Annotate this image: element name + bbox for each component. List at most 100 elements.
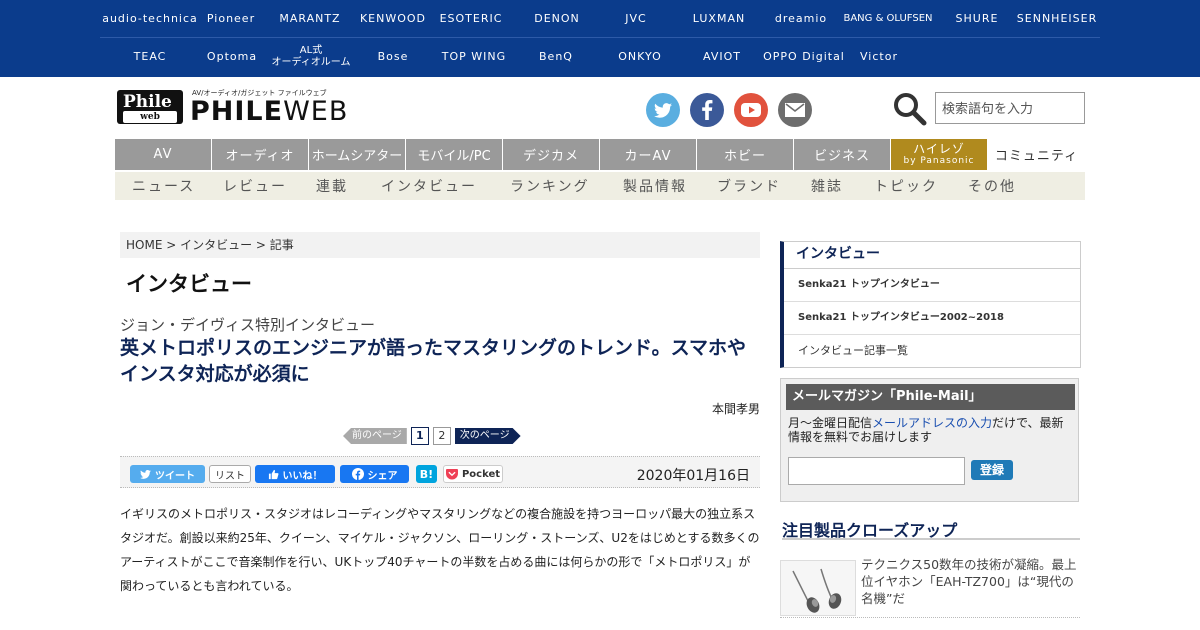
brand-link-onkyo[interactable]: ONKYO [592,51,688,63]
list-button[interactable]: リスト [209,465,251,483]
pocket-icon [445,468,458,479]
subnav-news[interactable]: ニュース [132,176,223,196]
search-input[interactable] [935,92,1085,124]
brand-row-2: TEAC Optoma AL式 オーディオルーム Bose TOP WING B… [100,38,1100,76]
brand-link-topwing[interactable]: TOP WING [428,51,520,63]
site-logo-wordmark[interactable]: PHILEWEB [190,97,348,127]
logo-badge-sub: web [123,111,177,123]
tweet-button[interactable]: ツイート [130,465,205,483]
search-icon[interactable] [893,92,927,126]
brand-link-shure[interactable]: SHURE [940,12,1014,25]
mail-address-input[interactable] [788,457,965,485]
mail-desc-pre: 月～金曜日配信 [788,416,873,430]
brand-link-bose[interactable]: Bose [358,51,428,63]
page-2-link[interactable]: 2 [432,427,451,445]
nav-mobile-pc[interactable]: モバイル/PC [406,139,503,170]
pocket-label: Pocket [461,468,501,480]
facebook-icon[interactable] [690,93,724,127]
mail-icon[interactable] [778,93,812,127]
sidebar-interview-item[interactable]: Senka21 トップインタビュー2002~2018 [784,302,1080,335]
twitter-icon[interactable] [646,93,680,127]
pocket-button[interactable]: Pocket [443,465,503,483]
earphone-image [781,561,855,615]
next-page-button[interactable]: 次のページ [455,428,521,444]
hatena-bookmark-button[interactable]: B! [416,465,437,483]
subnav-interview[interactable]: インタビュー [381,176,510,196]
brand-link-marantz[interactable]: MARANTZ [262,12,358,25]
subnav-topic[interactable]: トピック [874,176,968,196]
brand-link-victor[interactable]: Victor [852,51,906,63]
nav-audio[interactable]: オーディオ [212,139,309,170]
nav-community[interactable]: コミュニティ [988,139,1085,170]
mail-magazine-description: 月～金曜日配信メールアドレスの入力だけで、最新情報を無料でお届けします [788,416,1073,444]
twitter-small-icon [140,469,151,479]
nav-business[interactable]: ビジネス [794,139,891,170]
brand-link-optoma[interactable]: Optoma [200,51,264,63]
subnav-ranking[interactable]: ランキング [510,176,623,196]
logo-word-bold: PHILE [190,96,284,127]
pagination: 前のページ 1 2 次のページ [343,427,521,445]
prev-page-button[interactable]: 前のページ [343,428,407,444]
sidebar-interview-item[interactable]: インタビュー記事一覧 [784,335,1080,368]
brand-link-al-audioroom[interactable]: AL式 オーディオルーム [264,45,358,69]
brand-link-sennheiser[interactable]: SENNHEISER [1014,12,1100,25]
brand-link-bang-olufsen[interactable]: BANG & OLUFSEN [836,13,940,25]
brand-link-benq[interactable]: BenQ [520,51,592,63]
mail-address-link[interactable]: メールアドレスの入力 [872,416,992,430]
brand-link-audio-technica[interactable]: audio-technica [100,12,200,25]
main-nav: AV オーディオ ホームシアター モバイル/PC デジカメ カーAV ホビー ビ… [115,139,1085,170]
subnav-review[interactable]: レビュー [223,176,316,196]
share-bar: ツイート リスト いいね！ シェア B! Pocket 2020年01月16日 [120,456,760,488]
nav-av[interactable]: AV [115,139,212,170]
site-logo-badge[interactable]: Phile web [117,90,183,124]
nav-hires-sponsor: by Panasonic [903,155,975,166]
fb-share-button[interactable]: シェア [340,465,409,483]
sidebar-interview-title[interactable]: インタビュー [784,242,1080,269]
brand-link-teac[interactable]: TEAC [100,51,200,63]
brand-link-oppo[interactable]: OPPO Digital [756,51,852,63]
facebook-small-icon [351,468,364,480]
brand-link-luxman[interactable]: LUXMAN [672,12,766,25]
thumbs-up-icon [268,469,278,479]
nav-hires[interactable]: ハイレゾ by Panasonic [891,139,988,170]
subnav-brand[interactable]: ブランド [717,176,811,196]
logo-word-light: WEB [283,96,349,127]
brand-link-esoteric[interactable]: ESOTERIC [428,12,514,25]
brand-link-jvc[interactable]: JVC [600,12,672,25]
mail-register-button[interactable]: 登録 [971,460,1013,480]
like-label: いいね！ [282,470,323,482]
article-subtitle: ジョン・デイヴィス特別インタビュー [120,316,376,334]
brand-bar: audio-technica Pioneer MARANTZ KENWOOD E… [0,0,1200,77]
page-1-link[interactable]: 1 [410,427,429,445]
featured-products-title: 注目製品クローズアップ [782,517,1080,540]
youtube-icon[interactable] [734,93,768,127]
subnav-magazine[interactable]: 雑誌 [811,176,874,196]
nav-car-av[interactable]: カーAV [600,139,697,170]
brand-link-denon[interactable]: DENON [514,12,600,25]
brand-link-aviot[interactable]: AVIOT [688,51,756,63]
logo-badge-text: Phile [123,92,172,112]
article-body: イギリスのメトロポリス・スタジオはレコーディングやマスタリングなどの複合施設を持… [120,507,760,593]
mail-magazine-box: メールマガジン「Phile-Mail」 月～金曜日配信メールアドレスの入力だけで… [780,378,1079,502]
nav-digicam[interactable]: デジカメ [503,139,600,170]
article-author: 本間孝男 [711,402,760,416]
featured-item-title[interactable]: テクニクス50数年の技術が凝縮。最上位イヤホン「EAH-TZ700」は“現代の名… [861,556,1080,607]
featured-item[interactable]: テクニクス50数年の技術が凝縮。最上位イヤホン「EAH-TZ700」は“現代の名… [780,556,1080,618]
nav-home-theater[interactable]: ホームシアター [309,139,406,170]
featured-thumbnail[interactable] [780,560,856,616]
sidebar-interview-item[interactable]: Senka21 トップインタビュー [784,269,1080,302]
subnav-other[interactable]: その他 [968,176,1038,196]
tweet-label: ツイート [155,470,195,482]
brand-link-pioneer[interactable]: Pioneer [200,12,262,25]
section-title: インタビュー [126,272,252,296]
subnav-products[interactable]: 製品情報 [623,176,717,196]
nav-hobby[interactable]: ホビー [697,139,794,170]
breadcrumb[interactable]: HOME > インタビュー > 記事 [120,232,760,258]
mail-magazine-title: メールマガジン「Phile-Mail」 [786,384,1075,410]
brand-link-kenwood[interactable]: KENWOOD [358,12,428,25]
brand-link-dreamio[interactable]: dreamio [766,12,836,25]
sub-nav: ニュース レビュー 連載 インタビュー ランキング 製品情報 ブランド 雑誌 ト… [115,172,1085,200]
like-button[interactable]: いいね！ [255,465,335,483]
fb-share-label: シェア [367,470,398,482]
subnav-series[interactable]: 連載 [316,176,381,196]
